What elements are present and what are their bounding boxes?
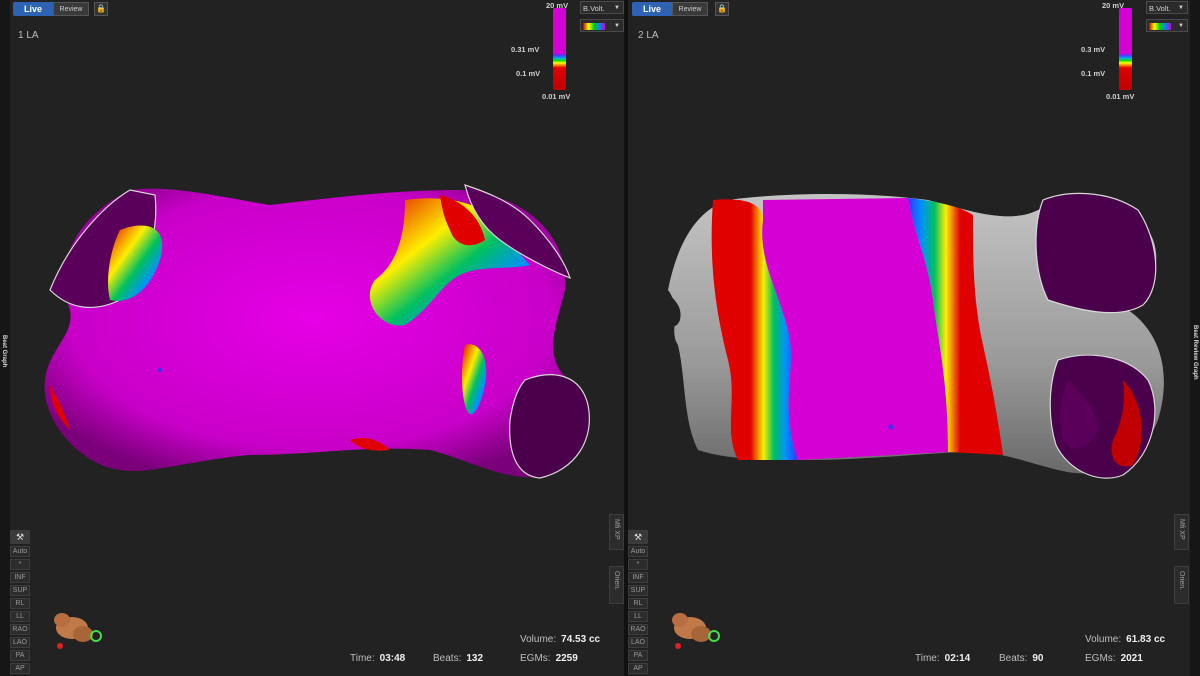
egms-label: EGMs: xyxy=(520,653,551,664)
view-buttons: ⚒ Auto * INF SUP RL LL RAO LAO PA AP xyxy=(628,530,648,676)
mfi-xp-tab[interactable]: Mfi XP xyxy=(1174,514,1189,550)
view-star-button[interactable]: * xyxy=(628,559,648,570)
volume-value: 74.53 cc xyxy=(561,634,601,645)
mfi-xp-label: Mfi XP xyxy=(613,519,620,540)
egms-stat: EGMs: 2021 xyxy=(1085,653,1143,664)
orientation-tab[interactable]: Orien. xyxy=(1174,566,1189,604)
view-auto-button[interactable]: Auto xyxy=(628,546,648,557)
view-sup-button[interactable]: SUP xyxy=(628,585,648,596)
mfi-xp-label: Mfi XP xyxy=(1178,519,1185,540)
orientation-label: Orien. xyxy=(613,571,620,591)
time-stat: Time: 03:48 xyxy=(350,653,405,664)
heart-orientation-icon[interactable] xyxy=(50,608,106,652)
heart-orientation-icon[interactable] xyxy=(668,608,724,652)
view-ll-button[interactable]: LL xyxy=(10,611,30,622)
view-pa-button[interactable]: PA xyxy=(628,650,648,661)
beats-stat: Beats: 132 xyxy=(433,653,483,664)
orientation-label: Orien. xyxy=(1178,571,1185,591)
volume-label: Volume: xyxy=(1085,634,1122,645)
view-ap-button[interactable]: AP xyxy=(628,663,648,674)
hammer-icon[interactable]: ⚒ xyxy=(10,530,30,544)
hammer-icon[interactable]: ⚒ xyxy=(628,530,648,544)
beats-label: Beats: xyxy=(999,653,1028,664)
map-pane-2[interactable]: Live Review 🔒 2 LA 20 mV 0.3 mV 0.1 mV 0… xyxy=(628,0,1190,676)
view-rl-button[interactable]: RL xyxy=(628,598,648,609)
volume-value: 61.83 cc xyxy=(1126,634,1166,645)
view-inf-button[interactable]: INF xyxy=(628,572,648,583)
view-inf-button[interactable]: INF xyxy=(10,572,30,583)
volume-label: Volume: xyxy=(520,634,557,645)
view-ap-button[interactable]: AP xyxy=(10,663,30,674)
orientation-tab[interactable]: Orien. xyxy=(609,566,624,604)
time-label: Time: xyxy=(350,653,375,664)
la-voltage-map-2[interactable] xyxy=(628,0,1190,676)
egms-label: EGMs: xyxy=(1085,653,1116,664)
view-lao-button[interactable]: LAO xyxy=(628,637,648,648)
time-label: Time: xyxy=(915,653,940,664)
view-star-button[interactable]: * xyxy=(10,559,30,570)
mfi-xp-tab[interactable]: Mfi XP xyxy=(609,514,624,550)
view-rl-button[interactable]: RL xyxy=(10,598,30,609)
right-edge-bar[interactable]: Beat Review Graph xyxy=(1190,0,1200,676)
egms-value: 2259 xyxy=(555,653,578,664)
view-auto-button[interactable]: Auto xyxy=(10,546,30,557)
beats-label: Beats: xyxy=(433,653,462,664)
time-value: 03:48 xyxy=(379,653,406,664)
volume-stat: Volume: 74.53 cc xyxy=(520,634,600,645)
beats-value: 90 xyxy=(1032,653,1044,664)
volume-stat: Volume: 61.83 cc xyxy=(1085,634,1165,645)
view-rao-button[interactable]: RAO xyxy=(10,624,30,635)
beats-value: 132 xyxy=(466,653,484,664)
view-buttons: ⚒ Auto * INF SUP RL LL RAO LAO PA AP xyxy=(10,530,30,676)
view-lao-button[interactable]: LAO xyxy=(10,637,30,648)
time-stat: Time: 02:14 xyxy=(915,653,970,664)
view-pa-button[interactable]: PA xyxy=(10,650,30,661)
view-rao-button[interactable]: RAO xyxy=(628,624,648,635)
la-voltage-map-1[interactable] xyxy=(10,0,624,676)
time-value: 02:14 xyxy=(944,653,971,664)
view-ll-button[interactable]: LL xyxy=(628,611,648,622)
egms-value: 2021 xyxy=(1120,653,1143,664)
beats-stat: Beats: 90 xyxy=(999,653,1043,664)
left-edge-bar[interactable]: Beat Graph xyxy=(0,0,10,676)
beat-review-graph-tab[interactable]: Beat Review Graph xyxy=(1192,325,1198,380)
egms-stat: EGMs: 2259 xyxy=(520,653,578,664)
beat-graph-tab[interactable]: Beat Graph xyxy=(1,335,7,367)
view-sup-button[interactable]: SUP xyxy=(10,585,30,596)
map-pane-1[interactable]: Live Review 🔒 1 LA 20 mV 0.31 mV 0.1 mV … xyxy=(10,0,624,676)
